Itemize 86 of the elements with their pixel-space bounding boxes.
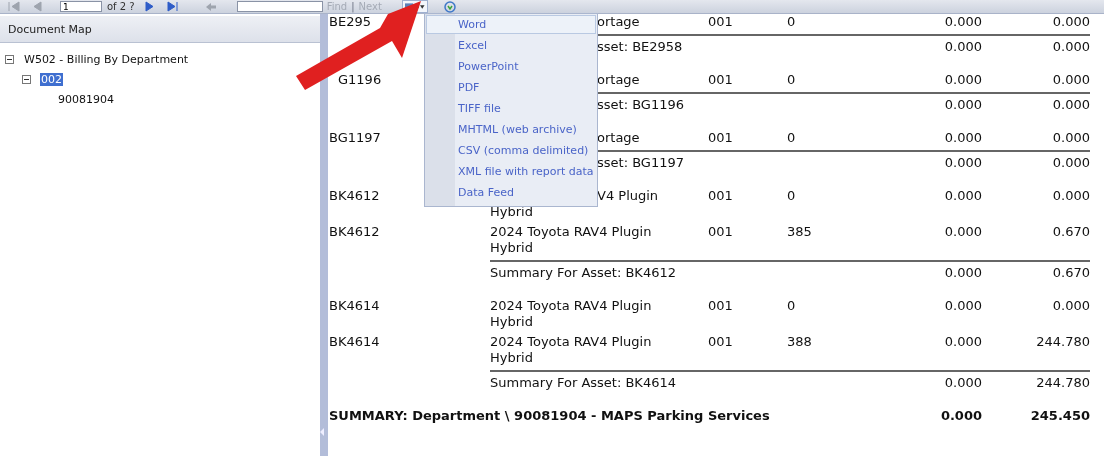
table-cell-text: BK4614 bbox=[329, 334, 380, 351]
description-line: Hybrid bbox=[490, 314, 533, 330]
table-cell-text: 0.000 bbox=[1052, 130, 1090, 147]
table-cell: 0.000 bbox=[982, 92, 1090, 116]
table-cell: 244.780 bbox=[982, 370, 1090, 394]
table-cell-text: 0.000 bbox=[944, 72, 982, 89]
description-line: Hybrid bbox=[490, 204, 533, 220]
menu-item[interactable]: TIFF file bbox=[426, 99, 596, 118]
table-cell-text: 001 bbox=[708, 130, 733, 147]
menu-item[interactable]: CSV (comma delimited) bbox=[426, 141, 596, 160]
description-line: 2024 Toyota RAV4 Plugin bbox=[490, 224, 652, 240]
table-cell-text: 001 bbox=[708, 224, 733, 241]
collapse-icon[interactable] bbox=[5, 54, 14, 64]
table-cell: 0.000 bbox=[880, 150, 982, 174]
last-page-button[interactable] bbox=[165, 1, 180, 12]
description-line: Hybrid bbox=[490, 350, 533, 366]
table-cell: 0.000 bbox=[880, 370, 982, 394]
table-cell-text: BG1197 bbox=[329, 130, 381, 147]
description-line: ortage bbox=[597, 72, 640, 88]
table-cell-text: 0 bbox=[787, 188, 796, 205]
description-line: ortage bbox=[597, 14, 640, 30]
table-cell-text: 0.000 bbox=[944, 334, 982, 351]
tree-node[interactable]: 90081904 bbox=[57, 92, 115, 106]
menu-item[interactable]: PowerPoint bbox=[426, 57, 596, 76]
table-cell-text: 0.000 bbox=[944, 224, 982, 241]
table-cell: 0.670 bbox=[982, 260, 1090, 284]
table-cell-text: 385 bbox=[787, 224, 812, 241]
table-cell: sset: BE2958 bbox=[597, 39, 683, 55]
menu-item[interactable]: MHTML (web archive) bbox=[426, 120, 596, 139]
description-line: 2024 Toyota RAV4 Plugin bbox=[490, 334, 652, 350]
table-cell-text: 0 bbox=[787, 130, 796, 147]
table-cell: 0.000 bbox=[982, 150, 1090, 174]
table-cell-text: 0.670 bbox=[1052, 224, 1090, 241]
menu-item[interactable]: PDF bbox=[426, 78, 596, 97]
table-cell-text: 388 bbox=[787, 334, 812, 351]
table-cell: sset: BG1196 bbox=[597, 97, 684, 113]
table-cell-text: 0 bbox=[787, 14, 796, 31]
table-cell: Summary For Asset: BK4612 bbox=[490, 265, 676, 281]
description-line: Hybrid bbox=[490, 240, 533, 256]
table-cell-text: BK4614 bbox=[329, 298, 380, 315]
table-cell-text: SUMMARY: Department \ 90081904 - MAPS Parking Services bbox=[329, 408, 770, 425]
table-cell-text: 001 bbox=[708, 334, 733, 351]
tree-node[interactable]: W502 - Billing By Department bbox=[23, 52, 190, 66]
table-cell-text: BK4612 bbox=[329, 188, 380, 205]
description-line: ortage bbox=[597, 130, 640, 146]
collapse-icon[interactable] bbox=[22, 74, 31, 84]
table-cell: 0.000 bbox=[880, 92, 982, 116]
panel-title: Document Map bbox=[0, 16, 320, 43]
table-cell: 0.000 bbox=[982, 34, 1090, 58]
table-cell-text: G1196 bbox=[338, 72, 382, 89]
table-cell-text: 0.000 bbox=[944, 188, 982, 205]
table-cell-text: 0.000 bbox=[1052, 298, 1090, 315]
table-cell-text: 0.000 bbox=[944, 130, 982, 147]
find-field[interactable] bbox=[236, 1, 323, 12]
table-cell-text: 0.000 bbox=[1052, 188, 1090, 205]
table-cell: 0.000 bbox=[880, 34, 982, 58]
menu-item[interactable]: Word bbox=[426, 15, 596, 34]
table-cell: sset: BG1197 bbox=[597, 155, 684, 171]
table-cell-text: 0.000 bbox=[944, 298, 982, 315]
table-cell-text: 001 bbox=[708, 188, 733, 205]
splitter[interactable] bbox=[320, 14, 328, 456]
menu-item[interactable]: Excel bbox=[426, 36, 596, 55]
table-cell-text: 0 bbox=[787, 72, 796, 89]
table-cell-text: 0.000 bbox=[944, 14, 982, 31]
table-cell: 0.000 bbox=[880, 260, 982, 284]
table-cell-text: 0.000 bbox=[1052, 14, 1090, 31]
table-cell-text: 245.450 bbox=[1030, 408, 1090, 425]
table-cell-text: 244.780 bbox=[1036, 334, 1090, 351]
table-cell: Summary For Asset: BK4614 bbox=[490, 375, 676, 391]
caret-icon bbox=[420, 4, 425, 9]
table-cell-text: 001 bbox=[708, 298, 733, 315]
table-cell-text: 001 bbox=[708, 14, 733, 31]
table-cell-text: 001 bbox=[708, 72, 733, 89]
table-cell-text: 0.000 bbox=[940, 408, 982, 425]
page-number-field[interactable]: 1 bbox=[60, 1, 102, 12]
table-cell-text: BE295 bbox=[329, 14, 371, 31]
table-cell-text: BK4612 bbox=[329, 224, 380, 241]
menu-item[interactable]: Data Feed bbox=[426, 183, 596, 202]
description-line: 2024 Toyota RAV4 Plugin bbox=[490, 298, 652, 314]
description-line: V4 Plugin bbox=[597, 188, 659, 204]
tree-node[interactable]: 002 bbox=[40, 72, 63, 86]
table-cell-text: 0 bbox=[787, 298, 796, 315]
menu-item[interactable]: XML file with report data bbox=[426, 162, 596, 181]
table-cell-text: 0.000 bbox=[1052, 72, 1090, 89]
page-count: of 2 ? bbox=[107, 1, 135, 12]
separator-text: | bbox=[351, 1, 355, 12]
